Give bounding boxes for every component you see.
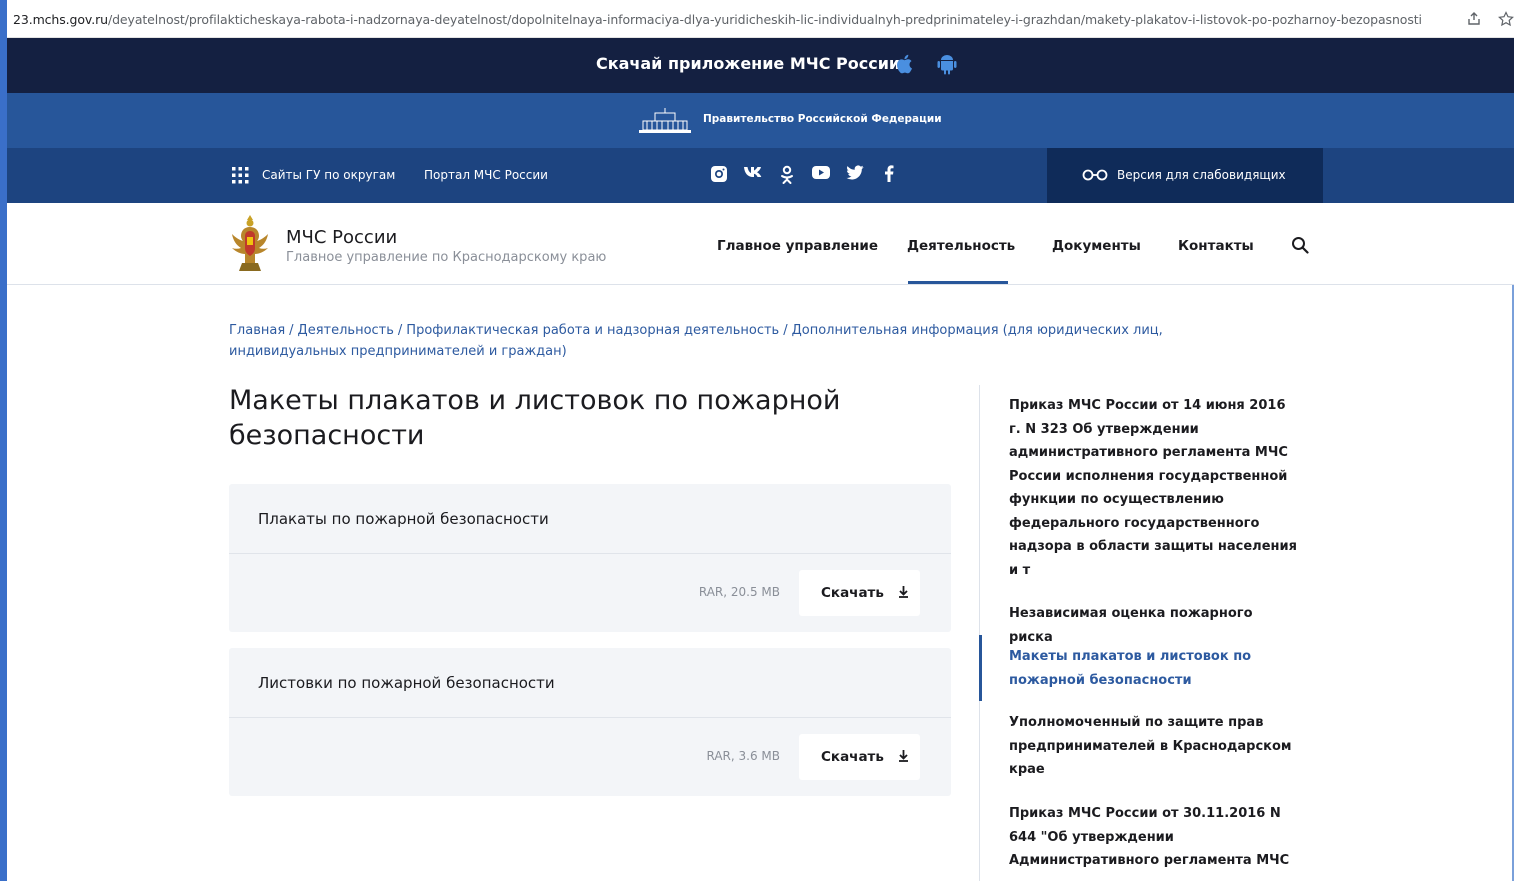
file-card: Листовки по пожарной безопасности RAR, 3…: [229, 648, 951, 796]
nav-active-underline: [908, 281, 1008, 284]
nav-documents[interactable]: Документы: [1052, 238, 1141, 254]
sidebar-item-posters-leaflets[interactable]: Макеты плакатов и листовок по пожарной б…: [1009, 645, 1299, 692]
breadcrumb-prevention[interactable]: Профилактическая работа и надзорная деят…: [406, 323, 779, 338]
breadcrumb-separator: /: [783, 323, 788, 338]
sidebar-divider: [979, 385, 980, 881]
portal-link[interactable]: Портал МЧС России: [424, 168, 548, 182]
glasses-icon: [1082, 169, 1108, 184]
breadcrumb-activity[interactable]: Деятельность: [298, 323, 394, 338]
sidebar-active-indicator: [979, 635, 982, 701]
low-vision-version-button[interactable]: Версия для слабовидящих: [1047, 148, 1323, 203]
breadcrumb-separator: /: [289, 323, 294, 338]
bookmark-star-icon[interactable]: [1498, 11, 1514, 27]
twitter-icon[interactable]: [845, 165, 865, 185]
download-button[interactable]: Скачать: [799, 734, 920, 780]
file-title: Листовки по пожарной безопасности: [258, 674, 555, 692]
card-divider: [229, 717, 951, 718]
file-title: Плакаты по пожарной безопасности: [258, 510, 549, 528]
address-bar[interactable]: 23.mchs.gov.ru/deyatelnost/profilaktiche…: [7, 0, 1514, 38]
download-button[interactable]: Скачать: [799, 570, 920, 616]
links-bar: Сайты ГУ по округам Портал МЧС России Ве…: [7, 148, 1514, 203]
regional-sites-suffix: по округам: [320, 168, 396, 182]
download-icon: [898, 749, 909, 766]
download-icon: [898, 585, 909, 602]
mchs-emblem-logo[interactable]: [227, 213, 273, 277]
instagram-icon[interactable]: [709, 165, 729, 185]
apple-icon[interactable]: [895, 53, 915, 79]
grid-menu-icon[interactable]: [232, 167, 249, 187]
site-header: МЧС России Главное управление по Краснод…: [7, 203, 1514, 285]
download-label: Скачать: [821, 585, 884, 601]
download-label: Скачать: [821, 749, 884, 765]
app-download-label: Скачай приложение МЧС России: [596, 54, 901, 73]
card-divider: [229, 553, 951, 554]
breadcrumb-separator: /: [397, 323, 403, 338]
nav-contacts[interactable]: Контакты: [1178, 238, 1254, 254]
org-subtitle: Главное управление по Краснодарскому кра…: [286, 250, 607, 265]
android-icon[interactable]: [937, 53, 957, 79]
url-path: /deyatelnost/profilakticheskaya-rabota-i…: [107, 12, 1422, 27]
url-actions: [1466, 8, 1514, 30]
regional-sites-prefix: Сайты ГУ: [262, 168, 321, 182]
page-title: Макеты плакатов и листовок по пожарной б…: [229, 385, 841, 451]
breadcrumb: Главная / Деятельность / Профилактическая ра…: [229, 320, 1229, 362]
odnoklassniki-icon[interactable]: [777, 165, 797, 185]
file-size: RAR, 20.5 MB: [698, 585, 780, 599]
low-vision-label: Версия для слабовидящих: [1117, 168, 1286, 182]
regional-sites-link[interactable]: Сайты ГУ по округам: [262, 168, 395, 182]
government-label: Правительство Российской Федерации: [703, 113, 942, 125]
sidebar-item-order-644[interactable]: Приказ МЧС России от 30.11.2016 N 644 "О…: [1009, 802, 1299, 881]
file-card: Плакаты по пожарной безопасности RAR, 20…: [229, 484, 951, 632]
sidebar-item-order-323[interactable]: Приказ МЧС России от 14 июня 2016 г. N 3…: [1009, 394, 1299, 582]
nav-main-directorate[interactable]: Главное управление: [717, 238, 878, 254]
vk-icon[interactable]: [743, 165, 763, 185]
nav-activity[interactable]: Деятельность: [907, 238, 1015, 254]
breadcrumb-home[interactable]: Главная: [229, 323, 285, 338]
url-host: 23.mchs.gov.ru: [13, 12, 108, 27]
url-text[interactable]: 23.mchs.gov.ru/deyatelnost/profilaktiche…: [13, 12, 1422, 27]
government-bar[interactable]: Правительство Российской Федерации: [7, 93, 1514, 148]
search-icon[interactable]: [1291, 236, 1309, 258]
government-building-icon: [637, 107, 693, 139]
social-links: [709, 165, 899, 185]
file-size: RAR, 3.6 MB: [706, 749, 780, 763]
app-download-bar: Скачай приложение МЧС России: [7, 38, 1514, 93]
facebook-icon[interactable]: [879, 165, 899, 185]
share-icon[interactable]: [1466, 11, 1482, 27]
sidebar-item-fire-risk[interactable]: Независимая оценка пожарного риска: [1009, 602, 1299, 649]
sidebar-item-business-ombudsman[interactable]: Уполномоченный по защите прав предприним…: [1009, 711, 1299, 782]
org-name[interactable]: МЧС России: [286, 227, 397, 248]
youtube-icon[interactable]: [811, 165, 831, 185]
